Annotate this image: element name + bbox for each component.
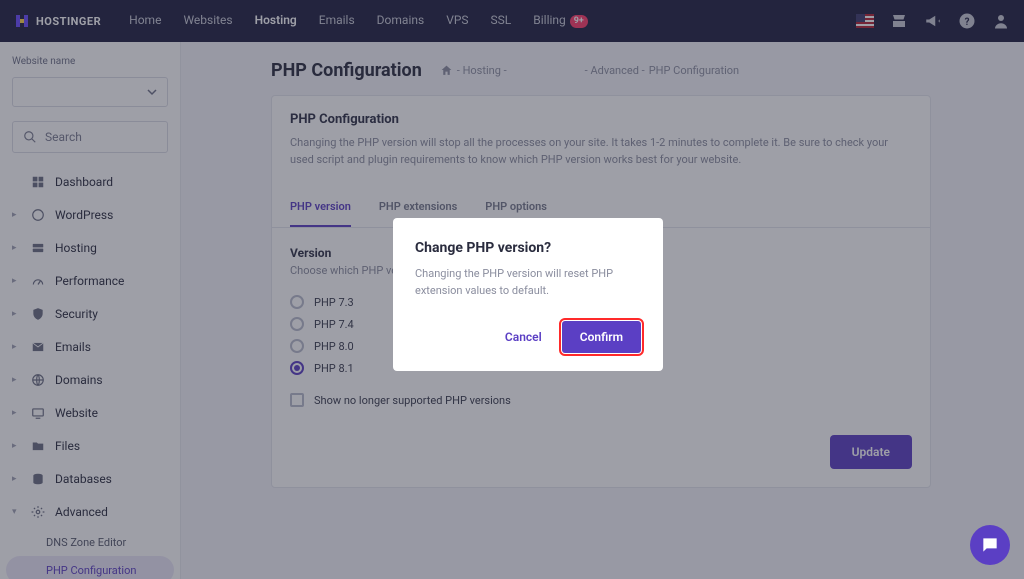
cancel-button[interactable]: Cancel (499, 322, 548, 352)
modal-body: Changing the PHP version will reset PHP … (415, 266, 641, 299)
chat-fab[interactable] (970, 525, 1010, 565)
modal-title: Change PHP version? (415, 240, 641, 256)
change-php-modal: Change PHP version? Changing the PHP ver… (393, 218, 663, 371)
chat-icon (980, 535, 1000, 555)
confirm-button[interactable]: Confirm (562, 321, 641, 353)
